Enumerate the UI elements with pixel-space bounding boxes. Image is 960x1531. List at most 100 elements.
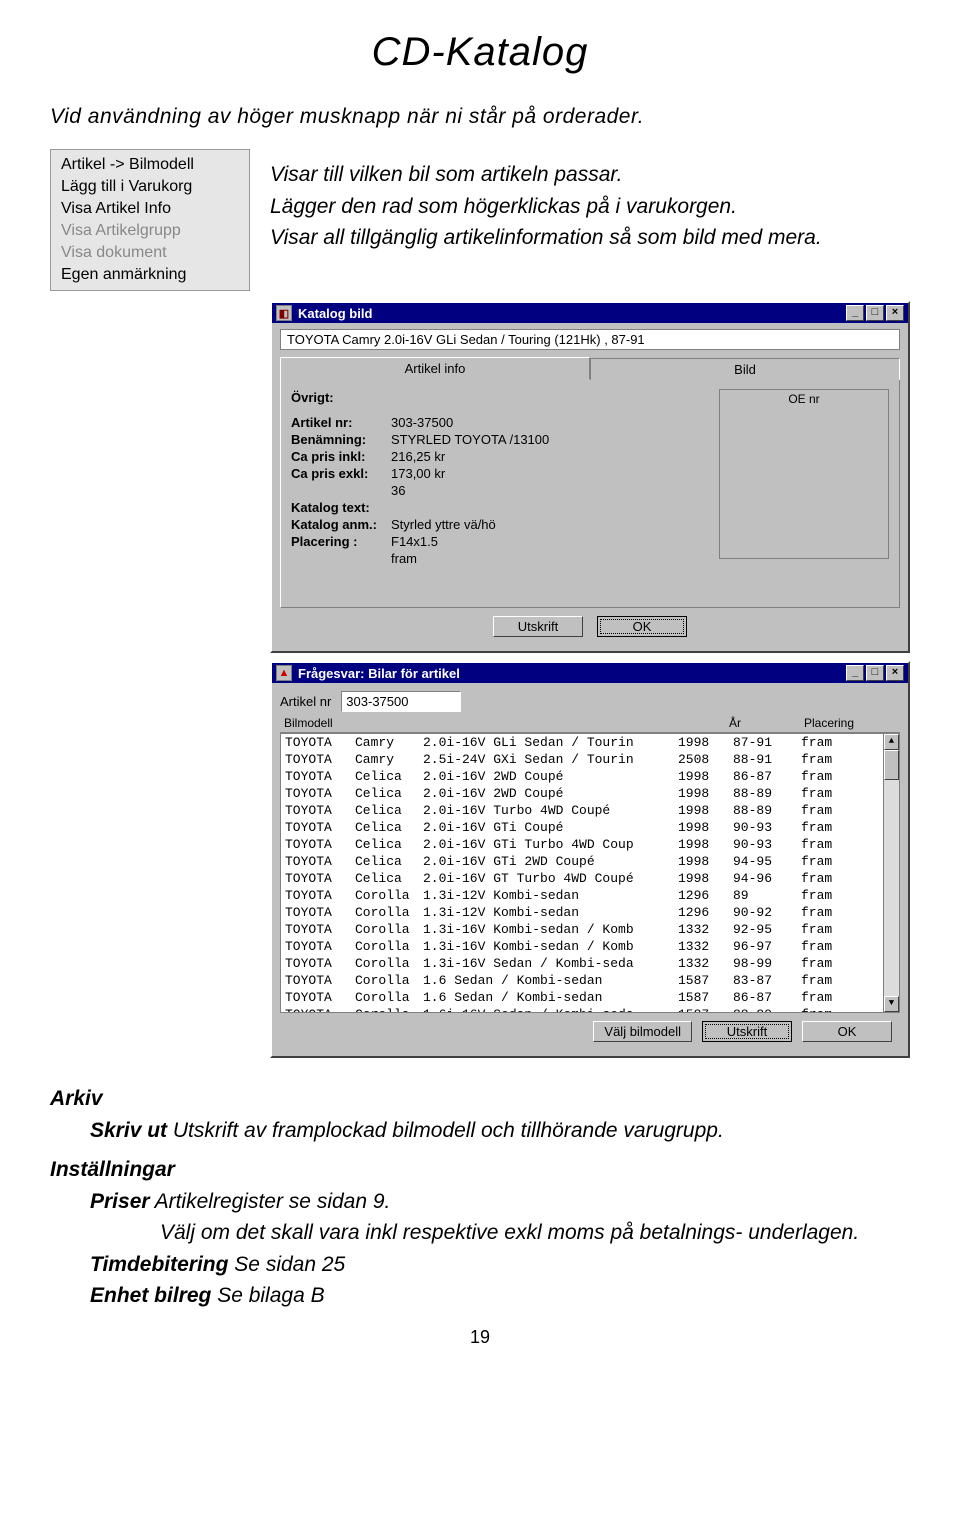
table-row[interactable]: TOYOTACelica2.0i-16V 2WD Coupé199886-87f… bbox=[281, 768, 899, 785]
window-title: Frågesvar: Bilar för artikel bbox=[298, 666, 460, 681]
cell: TOYOTA bbox=[285, 989, 355, 1006]
table-row[interactable]: TOYOTACelica2.0i-16V GT Turbo 4WD Coupé1… bbox=[281, 870, 899, 887]
text: Se sidan 25 bbox=[228, 1253, 345, 1276]
cell: 1.3i-16V Sedan / Kombi-seda bbox=[423, 955, 678, 972]
scroll-up-icon[interactable]: ▲ bbox=[884, 734, 899, 750]
col-bilmodell: Bilmodell bbox=[284, 716, 379, 730]
tab-bild[interactable]: Bild bbox=[590, 358, 900, 380]
cell: Celica bbox=[355, 785, 423, 802]
ok-button[interactable]: OK bbox=[802, 1021, 892, 1042]
table-row[interactable]: TOYOTACelica2.0i-16V GTi Turbo 4WD Coup1… bbox=[281, 836, 899, 853]
desc-line: Visar till vilken bil som artikeln passa… bbox=[270, 159, 910, 191]
cell: fram bbox=[801, 802, 895, 819]
text: Se bilaga B bbox=[211, 1284, 324, 1307]
table-row[interactable]: TOYOTACorolla1.3i-16V Kombi-sedan / Komb… bbox=[281, 921, 899, 938]
close-button[interactable]: × bbox=[886, 305, 904, 321]
valj-bilmodell-button[interactable]: Välj bilmodell bbox=[593, 1021, 692, 1042]
context-descriptions: Visar till vilken bil som artikeln passa… bbox=[270, 149, 910, 291]
text: Välj om det skall vara inkl respektive e… bbox=[160, 1221, 859, 1244]
cell: Corolla bbox=[355, 1006, 423, 1013]
cell: Celica bbox=[355, 819, 423, 836]
cell: TOYOTA bbox=[285, 921, 355, 938]
col-ar: År bbox=[729, 716, 804, 730]
table-row[interactable]: TOYOTACelica2.0i-16V GTi 2WD Coupé199894… bbox=[281, 853, 899, 870]
cell: 1587 bbox=[678, 989, 733, 1006]
utskrift-button[interactable]: Utskrift bbox=[702, 1021, 792, 1042]
scrollbar[interactable]: ▲ ▼ bbox=[883, 734, 899, 1012]
close-button[interactable]: × bbox=[886, 665, 904, 681]
maximize-button[interactable]: □ bbox=[866, 665, 884, 681]
ok-button[interactable]: OK bbox=[597, 616, 687, 637]
cell: fram bbox=[801, 785, 895, 802]
utskrift-button[interactable]: Utskrift bbox=[493, 616, 583, 637]
label-ovrigt: Övrigt: bbox=[291, 390, 391, 405]
cell: 1998 bbox=[678, 870, 733, 887]
menu-item[interactable]: Artikel -> Bilmodell bbox=[51, 154, 249, 176]
value-placering: F14x1.5 bbox=[391, 534, 438, 549]
cell: 1.3i-16V Kombi-sedan / Komb bbox=[423, 921, 678, 938]
label-pris-exkl: Ca pris exkl: bbox=[291, 466, 391, 481]
results-grid[interactable]: TOYOTACamry2.0i-16V GLi Sedan / Tourin19… bbox=[280, 733, 900, 1013]
col-placering: Placering bbox=[804, 716, 879, 730]
menu-item[interactable]: Egen anmärkning bbox=[51, 264, 249, 286]
table-row[interactable]: TOYOTACorolla1.6i-16V Sedan / Kombi-seda… bbox=[281, 1006, 899, 1013]
cell: Corolla bbox=[355, 887, 423, 904]
oe-title: OE nr bbox=[720, 390, 888, 408]
menu-item-disabled: Visa dokument bbox=[51, 242, 249, 264]
cell: TOYOTA bbox=[285, 853, 355, 870]
heading-arkiv: Arkiv bbox=[50, 1083, 910, 1115]
cell: 2.0i-16V GLi Sedan / Tourin bbox=[423, 734, 678, 751]
table-row[interactable]: TOYOTACelica2.0i-16V GTi Coupé199890-93f… bbox=[281, 819, 899, 836]
cell: 90-93 bbox=[733, 819, 801, 836]
scroll-down-icon[interactable]: ▼ bbox=[884, 996, 899, 1012]
table-row[interactable]: TOYOTACorolla1.3i-16V Kombi-sedan / Komb… bbox=[281, 938, 899, 955]
cell: TOYOTA bbox=[285, 887, 355, 904]
menu-item[interactable]: Visa Artikel Info bbox=[51, 198, 249, 220]
scroll-thumb[interactable] bbox=[884, 750, 899, 780]
minimize-button[interactable]: _ bbox=[846, 665, 864, 681]
cell: 90-93 bbox=[733, 836, 801, 853]
table-row[interactable]: TOYOTACorolla1.3i-12V Kombi-sedan129689f… bbox=[281, 887, 899, 904]
table-row[interactable]: TOYOTACamry2.5i-24V GXi Sedan / Tourin25… bbox=[281, 751, 899, 768]
artikel-nr-input[interactable]: 303-37500 bbox=[341, 691, 461, 712]
maximize-button[interactable]: □ bbox=[866, 305, 884, 321]
table-row[interactable]: TOYOTACorolla1.6 Sedan / Kombi-sedan1587… bbox=[281, 989, 899, 1006]
cell: 1587 bbox=[678, 1006, 733, 1013]
window-katalog-bild: ◧ Katalog bild _ □ × TOYOTA Camry 2.0i-1… bbox=[270, 301, 910, 653]
cell: TOYOTA bbox=[285, 768, 355, 785]
cell: 88-89 bbox=[733, 802, 801, 819]
cell: 1998 bbox=[678, 819, 733, 836]
cell: TOYOTA bbox=[285, 751, 355, 768]
value-katalog-anm: Styrled yttre vä/hö bbox=[391, 517, 496, 532]
cell: Corolla bbox=[355, 972, 423, 989]
table-row[interactable]: TOYOTACorolla1.6 Sedan / Kombi-sedan1587… bbox=[281, 972, 899, 989]
menu-item[interactable]: Lägg till i Varukorg bbox=[51, 176, 249, 198]
heading-installningar: Inställningar bbox=[50, 1154, 910, 1186]
desc-line: Visar all tillgänglig artikelinformation… bbox=[270, 222, 910, 254]
table-row[interactable]: TOYOTACorolla1.3i-12V Kombi-sedan129690-… bbox=[281, 904, 899, 921]
cell: 2.0i-16V GTi Coupé bbox=[423, 819, 678, 836]
table-row[interactable]: TOYOTACelica2.0i-16V 2WD Coupé199888-89f… bbox=[281, 785, 899, 802]
cell: 1332 bbox=[678, 955, 733, 972]
page-title: CD-Katalog bbox=[50, 30, 910, 75]
label-benamning: Benämning: bbox=[291, 432, 391, 447]
cell: 1.6 Sedan / Kombi-sedan bbox=[423, 989, 678, 1006]
cell: fram bbox=[801, 972, 895, 989]
cell: 1332 bbox=[678, 938, 733, 955]
cell: fram bbox=[801, 836, 895, 853]
cell: 1998 bbox=[678, 802, 733, 819]
cell: Corolla bbox=[355, 989, 423, 1006]
cell: Corolla bbox=[355, 955, 423, 972]
window-title: Katalog bild bbox=[298, 306, 372, 321]
cell: 1998 bbox=[678, 836, 733, 853]
tab-artikel-info[interactable]: Artikel info bbox=[280, 357, 590, 379]
table-row[interactable]: TOYOTACelica2.0i-16V Turbo 4WD Coupé1998… bbox=[281, 802, 899, 819]
cell: fram bbox=[801, 921, 895, 938]
table-row[interactable]: TOYOTACamry2.0i-16V GLi Sedan / Tourin19… bbox=[281, 734, 899, 751]
minimize-button[interactable]: _ bbox=[846, 305, 864, 321]
cell: 90-92 bbox=[733, 904, 801, 921]
table-row[interactable]: TOYOTACorolla1.3i-16V Sedan / Kombi-seda… bbox=[281, 955, 899, 972]
cell: fram bbox=[801, 904, 895, 921]
value-pris-inkl: 216,25 kr bbox=[391, 449, 445, 464]
cell: TOYOTA bbox=[285, 938, 355, 955]
